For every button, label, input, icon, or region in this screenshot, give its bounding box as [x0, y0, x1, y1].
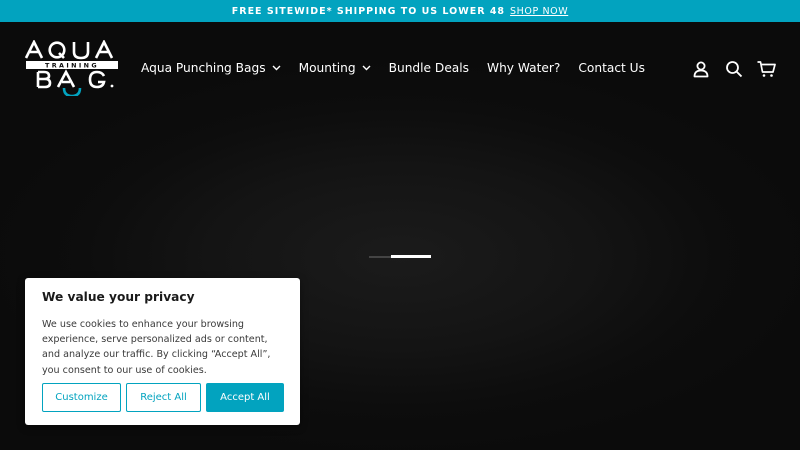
site-header: TRAINING Aqua Punching Bags Mounting Bun…: [0, 22, 800, 112]
nav-label: Mounting: [298, 61, 356, 75]
logo-mark: TRAINING: [24, 39, 118, 98]
svg-text:TRAINING: TRAINING: [45, 62, 99, 70]
customize-button[interactable]: Customize: [42, 383, 121, 412]
cookie-description: We use cookies to enhance your browsing …: [42, 319, 271, 376]
main-nav: Aqua Punching Bags Mounting Bundle Deals…: [141, 61, 663, 75]
chevron-down-icon: [272, 65, 281, 71]
accept-all-button[interactable]: Accept All: [206, 383, 284, 412]
account-icon[interactable]: [692, 60, 710, 78]
aqua-training-bag-logo[interactable]: TRAINING: [24, 39, 120, 98]
cookie-actions: Customize Reject All Accept All: [42, 383, 284, 412]
cookie-consent-dialog: We value your privacy We use cookies to …: [25, 278, 300, 425]
announcement-bar: FREE SITEWIDE* SHIPPING TO US LOWER 48 S…: [0, 0, 800, 22]
cart-icon[interactable]: [757, 60, 776, 78]
shop-now-link[interactable]: SHOP NOW: [510, 6, 568, 17]
nav-label: Bundle Deals: [388, 61, 470, 75]
nav-label: Contact Us: [578, 61, 645, 75]
chevron-down-icon: [362, 65, 371, 71]
nav-contact-us[interactable]: Contact Us: [578, 61, 645, 75]
nav-bundle-deals[interactable]: Bundle Deals: [389, 61, 469, 75]
announcement-text: FREE SITEWIDE* SHIPPING TO US LOWER 48: [231, 5, 506, 17]
nav-mounting[interactable]: Mounting: [299, 61, 371, 75]
reject-all-button[interactable]: Reject All: [126, 383, 201, 412]
nav-aqua-punching-bags[interactable]: Aqua Punching Bags: [141, 61, 281, 75]
search-icon[interactable]: [725, 60, 743, 78]
nav-why-water[interactable]: Why Water?: [487, 61, 560, 75]
slideshow-active-indicator[interactable]: [391, 255, 431, 258]
nav-label: Aqua Punching Bags: [141, 61, 266, 75]
cookie-title: We value your privacy: [42, 290, 195, 304]
nav-label: Why Water?: [487, 61, 561, 75]
